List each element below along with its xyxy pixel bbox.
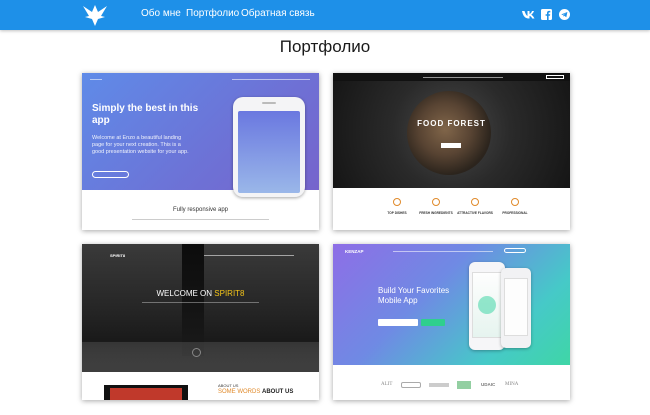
preview-menu (423, 77, 503, 78)
about-heading-prefix: SOME WORDS (218, 389, 263, 395)
preview-dish (407, 91, 491, 175)
preview-heading-accent: SPIRIT8 (214, 289, 245, 298)
partner-logo: UDAIC (481, 382, 496, 387)
preview-about-heading: SOME WORDS ABOUT US (218, 389, 293, 395)
preview-description: Welcome at Enzo a beautiful landing page… (92, 135, 189, 155)
nav-link-feedback[interactable]: Обратная связь (241, 8, 315, 19)
preview-ground (82, 342, 319, 372)
preview-about-label: ABOUT US (218, 383, 239, 388)
preview-button (92, 171, 129, 178)
partner-logo: MINA (505, 382, 519, 387)
page-title: Портфолио (279, 37, 371, 56)
preview-phone-2 (501, 268, 531, 348)
portfolio-item-enzo[interactable]: Simply the best in this app Welcome at E… (82, 73, 319, 230)
preview-feature-title: Fully responsive app (172, 207, 229, 213)
preview-heading: WELCOME ON SPIRIT8 (82, 289, 319, 298)
eagle-logo-icon[interactable] (82, 3, 108, 27)
vk-icon[interactable] (522, 9, 535, 20)
preview-heading: FOOD FOREST (417, 119, 486, 128)
preview-brand: KENZAP (345, 249, 364, 254)
preview-menu (393, 251, 493, 252)
portfolio-item-food-forest[interactable]: FOOD FOREST TOP DISHES FRESH INGREDIENTS… (333, 73, 570, 230)
preview-heading-prefix: WELCOME ON (156, 289, 215, 298)
nav-link-portfolio[interactable]: Портфолио (186, 8, 239, 19)
feature-label: TOP DISHES (387, 211, 407, 215)
partner-logo: ALIT (381, 382, 393, 387)
preview-partners: ALIT UDAIC MINA (333, 365, 570, 400)
telegram-icon[interactable] (559, 9, 570, 20)
about-heading-accent: ABOUT US (262, 389, 294, 395)
preview-email-input (378, 319, 418, 326)
preview-logo (90, 79, 102, 80)
preview-person (182, 244, 204, 356)
top-navbar: Обо мне Портфолио Обратная связь (0, 0, 650, 30)
portfolio-item-spirit8[interactable]: SPIRIT8 WELCOME ON SPIRIT8 ABOUT US SOME… (82, 244, 319, 400)
portfolio-item-kenzap[interactable]: KENZAP Build Your Favorites Mobile App A… (333, 244, 570, 400)
preview-phone-1 (469, 262, 505, 350)
nav-link-about[interactable]: Обо мне (141, 8, 181, 19)
preview-heading: Simply the best in this app (92, 103, 199, 126)
feature-label: ATTRACTIVE FLAVORS (457, 211, 493, 215)
feature-label: FRESH INGREDIENTS (419, 211, 453, 215)
preview-features: TOP DISHES FRESH INGREDIENTS ATTRACTIVE … (333, 188, 570, 230)
preview-button (441, 143, 461, 148)
preview-heading: Build Your Favorites Mobile App (378, 286, 450, 305)
preview-subscribe-button (421, 319, 445, 326)
preview-subheading (142, 302, 259, 303)
preview-phone (233, 97, 305, 197)
feature-label: PROFESSIONAL (502, 211, 528, 215)
preview-scroll-indicator (192, 348, 201, 357)
facebook-icon[interactable] (541, 9, 552, 20)
preview-menu (204, 255, 294, 256)
preview-menu (232, 79, 310, 80)
preview-brand: SPIRIT8 (110, 253, 126, 258)
